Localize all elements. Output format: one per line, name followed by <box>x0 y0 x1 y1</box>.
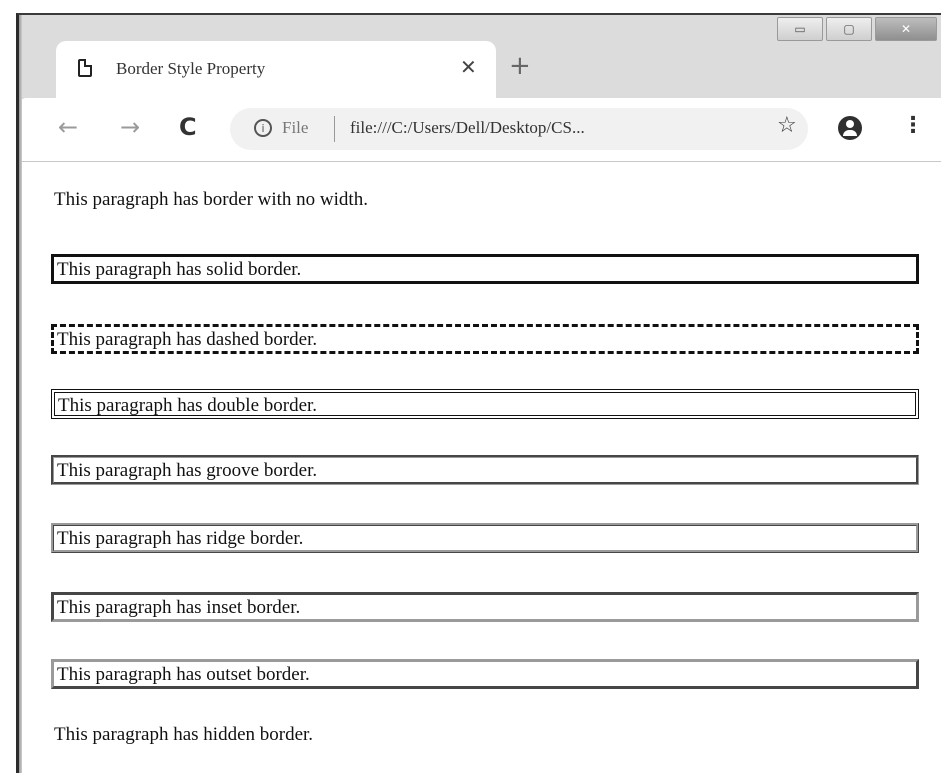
paragraph-double: This paragraph has double border. <box>51 389 919 419</box>
arrow-right-icon[interactable]: → <box>120 113 140 141</box>
tab-title: Border Style Property <box>116 59 266 78</box>
minimize-icon[interactable]: ▭ <box>777 17 823 41</box>
maximize-icon[interactable]: ▢ <box>826 17 872 41</box>
paragraph-dashed: This paragraph has dashed border. <box>51 324 919 354</box>
window-close-icon[interactable]: ✕ <box>875 17 937 41</box>
address-bar[interactable]: i File file:///C:/Users/Dell/Desktop/CS.… <box>230 108 808 150</box>
divider <box>334 116 335 142</box>
paragraph-ridge: This paragraph has ridge border. <box>51 523 919 553</box>
browser-window: ▭ ▢ ✕ Border Style Property ✕ + ← → C i … <box>16 13 941 773</box>
more-vert-icon[interactable]: ⋮ <box>902 113 924 138</box>
paragraph-outset: This paragraph has outset border. <box>51 659 919 689</box>
reload-icon[interactable]: C <box>179 113 197 141</box>
plus-icon[interactable]: + <box>509 53 531 79</box>
paragraph-groove: This paragraph has groove border. <box>51 455 919 485</box>
star-icon[interactable]: ☆ <box>777 113 797 138</box>
paragraph-inset: This paragraph has inset border. <box>51 592 919 622</box>
browser-tab[interactable]: Border Style Property ✕ <box>56 41 496 99</box>
info-icon[interactable]: i <box>254 119 272 137</box>
document-icon <box>78 59 92 77</box>
arrow-left-icon[interactable]: ← <box>58 113 78 141</box>
paragraph-no-width: This paragraph has border with no width. <box>54 189 368 210</box>
page-content: This paragraph has border with no width.… <box>22 162 941 773</box>
window-controls: ▭ ▢ ✕ <box>777 17 937 41</box>
scheme-label: File <box>282 118 309 137</box>
close-icon[interactable]: ✕ <box>460 55 477 79</box>
browser-toolbar: ← → C i File file:///C:/Users/Dell/Deskt… <box>22 99 941 162</box>
title-bar: ▭ ▢ ✕ Border Style Property ✕ + <box>22 15 941 99</box>
url-text[interactable]: file:///C:/Users/Dell/Desktop/CS... <box>350 118 585 138</box>
paragraph-hidden: This paragraph has hidden border. <box>54 724 314 745</box>
account-icon[interactable] <box>838 116 862 140</box>
paragraph-solid: This paragraph has solid border. <box>51 254 919 284</box>
